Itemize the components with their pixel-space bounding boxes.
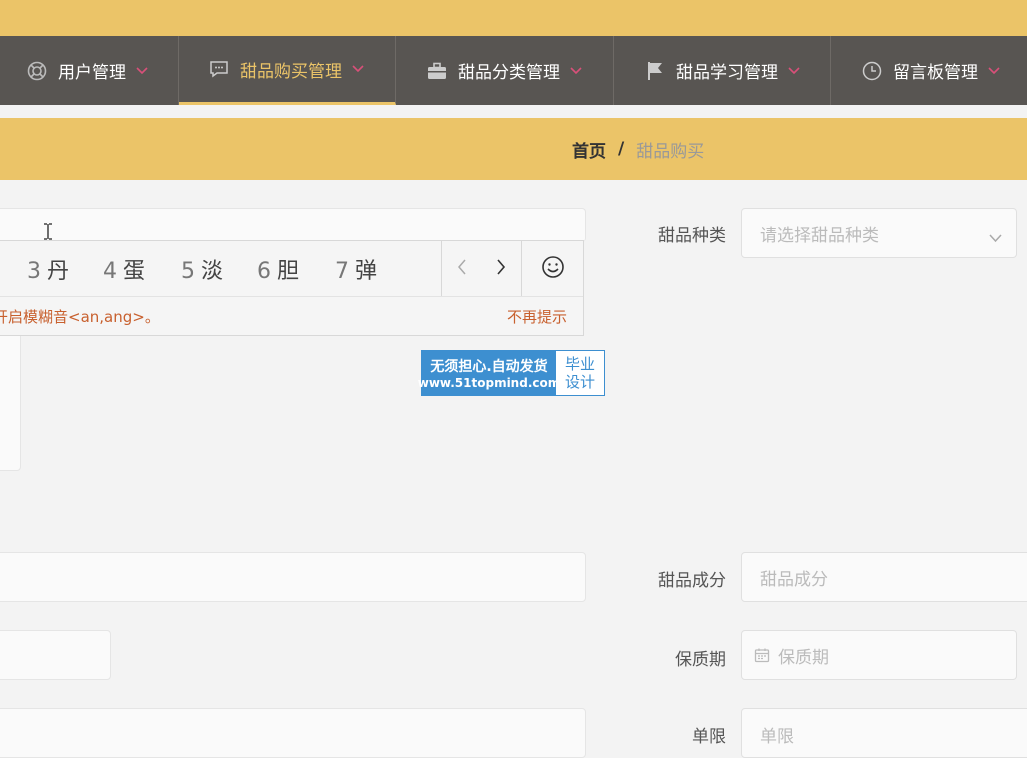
nav-label: 甜品分类管理 bbox=[458, 63, 560, 83]
ingredient-label: 甜品成分 bbox=[658, 571, 726, 591]
limit-placeholder: 单限 bbox=[760, 727, 794, 747]
watermark-right2: 设计 bbox=[564, 373, 595, 391]
chevron-down-icon bbox=[988, 64, 1002, 78]
chevron-left-icon bbox=[457, 259, 467, 279]
text-input-field[interactable] bbox=[0, 552, 586, 602]
limit-label: 单限 bbox=[692, 727, 726, 747]
textarea-field[interactable] bbox=[0, 320, 21, 471]
candidate-number: 4 bbox=[103, 259, 117, 284]
watermark-left: 无须担心.自动发货 www.51topmind.com bbox=[418, 351, 560, 395]
ime-candidate[interactable]: 5淡 bbox=[181, 253, 223, 285]
smiley-icon bbox=[541, 255, 565, 283]
watermark-right: 毕业 设计 bbox=[556, 351, 604, 395]
chevron-down-icon bbox=[352, 62, 366, 76]
text-input-field[interactable] bbox=[0, 208, 586, 242]
ingredient-input[interactable]: 甜品成分 bbox=[741, 552, 1027, 602]
ime-candidate-row: 3丹 4蛋 5淡 6胆 7弹 bbox=[0, 241, 583, 297]
nav-label: 甜品学习管理 bbox=[676, 63, 778, 83]
breadcrumb: 首页 / 甜品购买 bbox=[572, 118, 704, 180]
watermark-line1: 无须担心.自动发货 bbox=[430, 359, 548, 375]
ime-tip-text: 开启模糊音<an,ang>。 bbox=[0, 307, 160, 326]
candidate-char: 淡 bbox=[201, 259, 224, 284]
breadcrumb-bar: 首页 / 甜品购买 bbox=[0, 118, 1027, 180]
chevron-down-icon bbox=[570, 64, 584, 78]
ime-dismiss-link[interactable]: 不再提示 bbox=[507, 306, 567, 327]
ime-candidate-window: 3丹 4蛋 5淡 6胆 7弹 开启模糊音<an,ang>。 不再提示 bbox=[0, 240, 584, 336]
nav-message-board[interactable]: 留言板管理 bbox=[831, 36, 1027, 105]
candidate-number: 5 bbox=[181, 259, 195, 284]
category-label: 甜品种类 bbox=[658, 226, 726, 246]
ime-tip: 开启模糊音<an,ang>。 不再提示 bbox=[0, 297, 583, 335]
ime-prev-button[interactable] bbox=[441, 241, 482, 296]
category-placeholder: 请选择甜品种类 bbox=[760, 225, 879, 246]
chevron-down-icon bbox=[788, 64, 802, 78]
candidate-char: 丹 bbox=[47, 259, 70, 284]
calendar-icon bbox=[754, 647, 770, 663]
nav-label: 甜品购买管理 bbox=[240, 61, 342, 82]
nav-dessert-purchase[interactable]: 甜品购买管理 bbox=[179, 36, 396, 105]
watermark-line2: www.51topmind.com bbox=[417, 376, 561, 390]
clock-icon bbox=[861, 60, 883, 82]
shelf-life-label: 保质期 bbox=[675, 650, 726, 670]
chevron-right-icon bbox=[496, 258, 506, 279]
candidate-number: 3 bbox=[27, 259, 41, 284]
lifebuoy-icon bbox=[26, 60, 48, 82]
text-input-field[interactable] bbox=[0, 708, 586, 758]
chevron-down-icon bbox=[989, 228, 1002, 248]
candidate-number: 6 bbox=[257, 259, 271, 284]
ingredient-placeholder: 甜品成分 bbox=[760, 569, 828, 590]
shelf-life-date-input[interactable]: 保质期 bbox=[741, 630, 1017, 680]
breadcrumb-home[interactable]: 首页 bbox=[572, 137, 606, 162]
candidate-number: 7 bbox=[335, 259, 349, 284]
nav-dessert-category[interactable]: 甜品分类管理 bbox=[396, 36, 614, 105]
category-select[interactable]: 请选择甜品种类 bbox=[741, 208, 1017, 258]
nav-label: 用户管理 bbox=[58, 63, 126, 83]
candidate-char: 胆 bbox=[277, 259, 300, 284]
breadcrumb-separator: / bbox=[618, 139, 625, 159]
text-input-field[interactable] bbox=[0, 630, 111, 680]
ime-candidate[interactable]: 7弹 bbox=[335, 253, 377, 285]
text-cursor-icon bbox=[43, 223, 53, 240]
candidate-char: 弹 bbox=[355, 259, 378, 284]
ime-next-button[interactable] bbox=[481, 241, 521, 296]
nav-dessert-learning[interactable]: 甜品学习管理 bbox=[614, 36, 831, 105]
message-icon bbox=[208, 58, 230, 80]
nav-user-management[interactable]: 用户管理 bbox=[0, 36, 179, 105]
ime-candidate[interactable]: 4蛋 bbox=[103, 253, 145, 285]
breadcrumb-current: 甜品购买 bbox=[636, 141, 705, 162]
main-nav: 用户管理 甜品购买管理 甜品分类管理 甜品学习管理 留言板管理 bbox=[0, 36, 1027, 105]
shelf-life-placeholder: 保质期 bbox=[778, 647, 829, 668]
ime-emoji-button[interactable] bbox=[521, 241, 584, 296]
ime-candidate[interactable]: 3丹 bbox=[27, 253, 69, 285]
nav-label: 留言板管理 bbox=[893, 63, 978, 83]
flag-icon bbox=[644, 60, 666, 82]
briefcase-icon bbox=[426, 60, 448, 82]
top-bar bbox=[0, 0, 1027, 36]
ime-candidate[interactable]: 6胆 bbox=[257, 253, 299, 285]
candidate-char: 蛋 bbox=[123, 259, 146, 284]
limit-input[interactable]: 单限 bbox=[741, 708, 1027, 758]
watermark-badge: 无须担心.自动发货 www.51topmind.com 毕业 设计 bbox=[418, 350, 605, 396]
chevron-down-icon bbox=[136, 64, 150, 78]
watermark-right1: 毕业 bbox=[564, 355, 595, 373]
